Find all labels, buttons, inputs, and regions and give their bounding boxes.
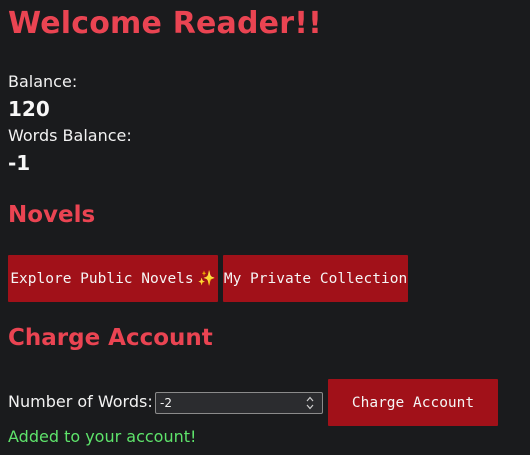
private-collection-button-label: My Private Collection [223,270,408,287]
page-title: Welcome Reader!! [8,6,322,41]
charge-account-button[interactable]: Charge Account [328,379,498,426]
chevron-up-icon[interactable] [306,396,314,402]
reader-dashboard: Welcome Reader!! Balance: 120 Words Bala… [0,0,530,455]
words-balance-label: Words Balance: [8,126,132,145]
balance-value: 120 [8,97,50,121]
success-message: Added to your account! [8,427,197,446]
my-private-collection-button[interactable]: My Private Collection [223,255,408,302]
balance-label: Balance: [8,72,78,91]
sparkles-icon: ✨ [197,271,216,287]
number-of-words-value: -2 [160,396,172,410]
words-balance-value: -1 [8,151,31,175]
charge-account-section-title: Charge Account [8,325,213,351]
number-of-words-input[interactable]: -2 [155,392,323,414]
novels-section-title: Novels [8,202,96,228]
number-spinner[interactable] [304,394,316,412]
charge-account-button-label: Charge Account [351,394,475,411]
explore-button-label: Explore Public Novels [10,270,194,287]
chevron-down-icon[interactable] [306,404,314,410]
explore-public-novels-button[interactable]: Explore Public Novels ✨ [8,255,218,302]
number-of-words-label: Number of Words: [8,392,153,411]
